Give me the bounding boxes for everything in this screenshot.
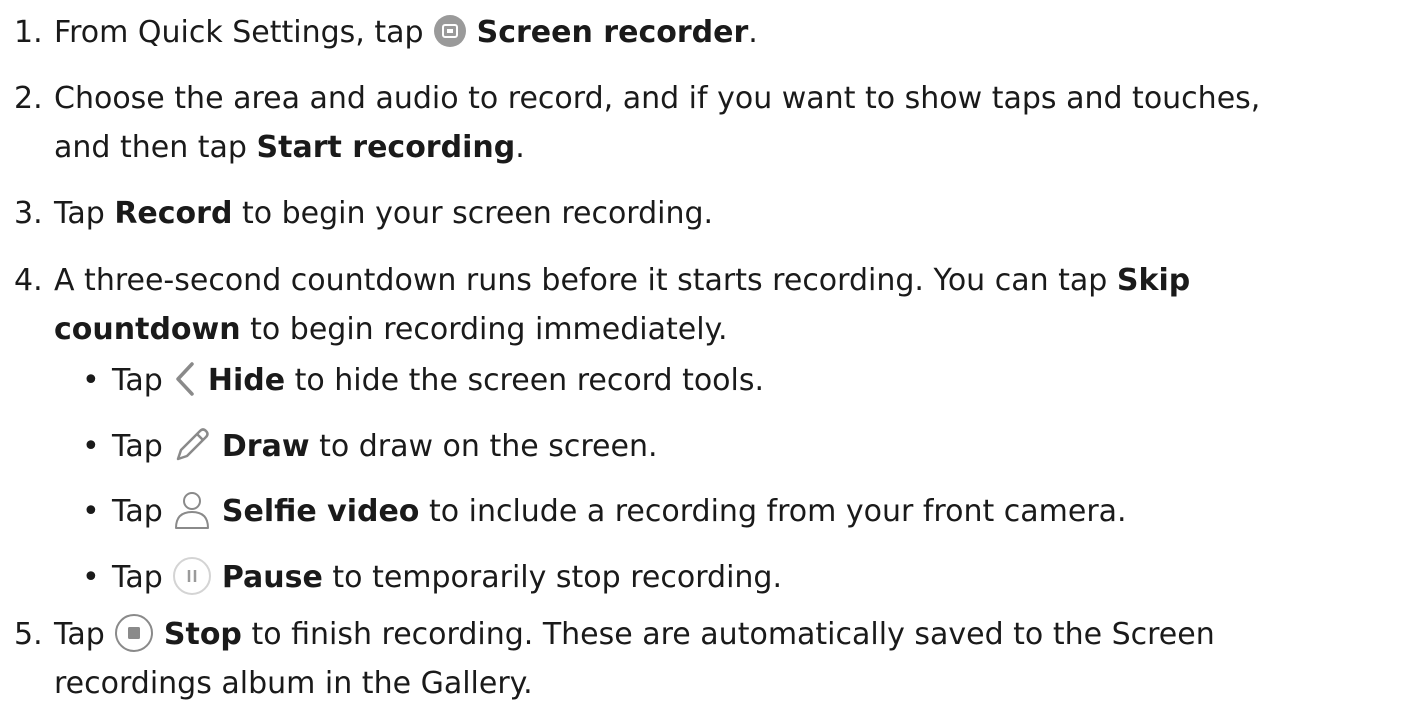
step-bold-term: Screen recorder xyxy=(476,15,749,50)
chevron-left-icon xyxy=(172,360,198,398)
step-text-line1: A three-second countdown runs before it … xyxy=(54,256,1408,305)
stop-icon xyxy=(114,613,154,653)
bullet-text-post: to temporarily stop recording. xyxy=(322,560,783,595)
bullet-bold-term: Draw xyxy=(221,429,310,464)
step-text-post: . xyxy=(515,130,525,165)
step-number: 3. xyxy=(14,196,43,231)
step-text-post: to finish recording. These are automatic… xyxy=(241,617,1215,652)
pause-icon xyxy=(172,556,212,596)
step-number: 2. xyxy=(14,81,43,116)
bullet-text-post: to hide the screen record tools. xyxy=(285,363,765,398)
bullet-bold-term: Hide xyxy=(207,363,286,398)
step-text: Tap Stop to finish recording. These are … xyxy=(54,610,1408,708)
step-text-post: . xyxy=(748,15,758,50)
bullet-bold-term: Selfie video xyxy=(221,494,420,529)
bullet-text-pre: Tap xyxy=(112,494,173,529)
step-text-pre: and then tap xyxy=(54,130,257,165)
bullet-text: Tap Hide to hide the screen record tools… xyxy=(112,356,764,405)
bullet-dot: • xyxy=(82,429,100,464)
step-text-pre: Tap xyxy=(54,617,115,652)
step-bold-term: Stop xyxy=(163,617,242,652)
step-text: Choose the area and audio to record, and… xyxy=(54,74,1408,172)
step-text-line1: Choose the area and audio to record, and… xyxy=(54,81,1261,116)
step-text: A three-second countdown runs before it … xyxy=(54,256,1408,354)
step-bold-term: Start recording xyxy=(256,130,516,165)
step-text: Tap Record to begin your screen recordin… xyxy=(54,189,1408,238)
bullet-text-post: to include a recording from your front c… xyxy=(419,494,1127,529)
step-text: From Quick Settings, tap Screen recorder… xyxy=(54,8,1408,57)
step-text-post: to begin recording immediately. xyxy=(240,312,728,347)
bullet-bold-term: Pause xyxy=(221,560,323,595)
step-bold-term: Skip xyxy=(1116,263,1191,298)
step-text-pre: From Quick Settings, tap xyxy=(54,15,434,50)
step-text-line1: Tap Stop to finish recording. These are … xyxy=(54,610,1408,659)
bullet-text-pre: Tap xyxy=(112,363,173,398)
step-number: 4. xyxy=(14,263,43,298)
step-text-pre: Tap xyxy=(54,196,115,231)
step-text-post: to begin your screen recording. xyxy=(232,196,714,231)
bullet-text: Tap Draw to draw on the screen. xyxy=(112,422,658,471)
bullet-dot: • xyxy=(82,494,100,529)
bullet-text-pre: Tap xyxy=(112,429,173,464)
screen-recorder-icon xyxy=(433,14,467,48)
step-number: 1. xyxy=(14,15,43,50)
step-bold-term: Record xyxy=(114,196,233,231)
bullet-text: Tap Pause to temporarily stop recording. xyxy=(112,553,782,602)
bullet-dot: • xyxy=(82,560,100,595)
person-icon xyxy=(172,490,212,530)
step-text-line2: and then tap Start recording. xyxy=(54,123,1408,172)
step-number: 5. xyxy=(14,617,43,652)
step-bold-term: countdown xyxy=(54,312,241,347)
bullet-text-post: to draw on the screen. xyxy=(309,429,658,464)
pencil-icon xyxy=(172,425,212,465)
bullet-dot: • xyxy=(82,363,100,398)
bullet-text: Tap Selfie video to include a recording … xyxy=(112,487,1127,536)
step-text-pre: A three-second countdown runs before it … xyxy=(54,263,1117,298)
step-text-line2: recordings album in the Gallery. xyxy=(54,666,533,701)
bullet-text-pre: Tap xyxy=(112,560,173,595)
step-text-line2: countdown to begin recording immediately… xyxy=(54,305,1408,354)
